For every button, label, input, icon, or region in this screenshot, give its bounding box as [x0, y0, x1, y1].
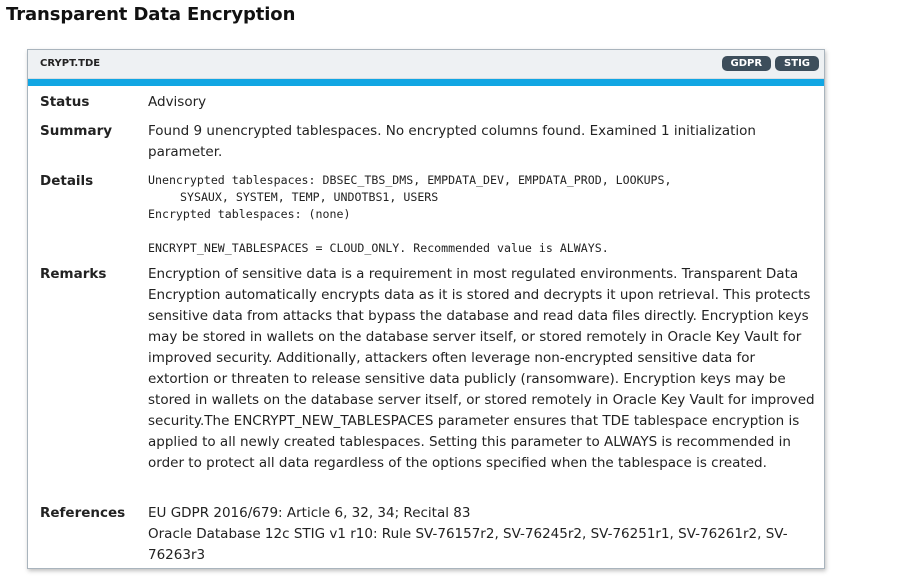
- details-line: SYSAUX, SYSTEM, TEMP, UNDOTBS1, USERS: [180, 190, 439, 204]
- reference-item: EU GDPR 2016/679: Article 6, 32, 34; Rec…: [148, 505, 471, 521]
- card-header: CRYPT.TDE GDPR STIG: [28, 50, 824, 79]
- references-value: EU GDPR 2016/679: Article 6, 32, 34; Rec…: [148, 503, 818, 566]
- rule-id: CRYPT.TDE: [40, 58, 101, 69]
- page-title: Transparent Data Encryption: [6, 4, 296, 25]
- reference-item: Oracle Database 12c STIG v1 r10: Rule SV…: [148, 526, 788, 563]
- details-value: Unencrypted tablespaces: DBSEC_TBS_DMS, …: [148, 172, 818, 257]
- accent-bar: [28, 79, 824, 86]
- details-line: Encrypted tablespaces: (none): [148, 207, 351, 221]
- references-label: References: [40, 505, 126, 521]
- stig-badge: STIG: [775, 56, 819, 71]
- summary-value: Found 9 unencrypted tablespaces. No encr…: [148, 123, 756, 160]
- remarks-label: Remarks: [40, 266, 107, 282]
- details-line: ENCRYPT_NEW_TABLESPACES = CLOUD_ONLY. Re…: [148, 241, 609, 255]
- gdpr-badge: GDPR: [721, 56, 772, 71]
- details-line: Unencrypted tablespaces: DBSEC_TBS_DMS, …: [148, 173, 672, 187]
- badge-group: GDPR STIG: [721, 56, 819, 71]
- finding-card: CRYPT.TDE GDPR STIG Status Advisory Summ…: [27, 49, 825, 569]
- details-label: Details: [40, 173, 94, 189]
- status-value: Advisory: [148, 94, 207, 110]
- summary-label: Summary: [40, 123, 113, 139]
- remarks-value: Encryption of sensitive data is a requir…: [148, 266, 815, 471]
- status-label: Status: [40, 94, 90, 110]
